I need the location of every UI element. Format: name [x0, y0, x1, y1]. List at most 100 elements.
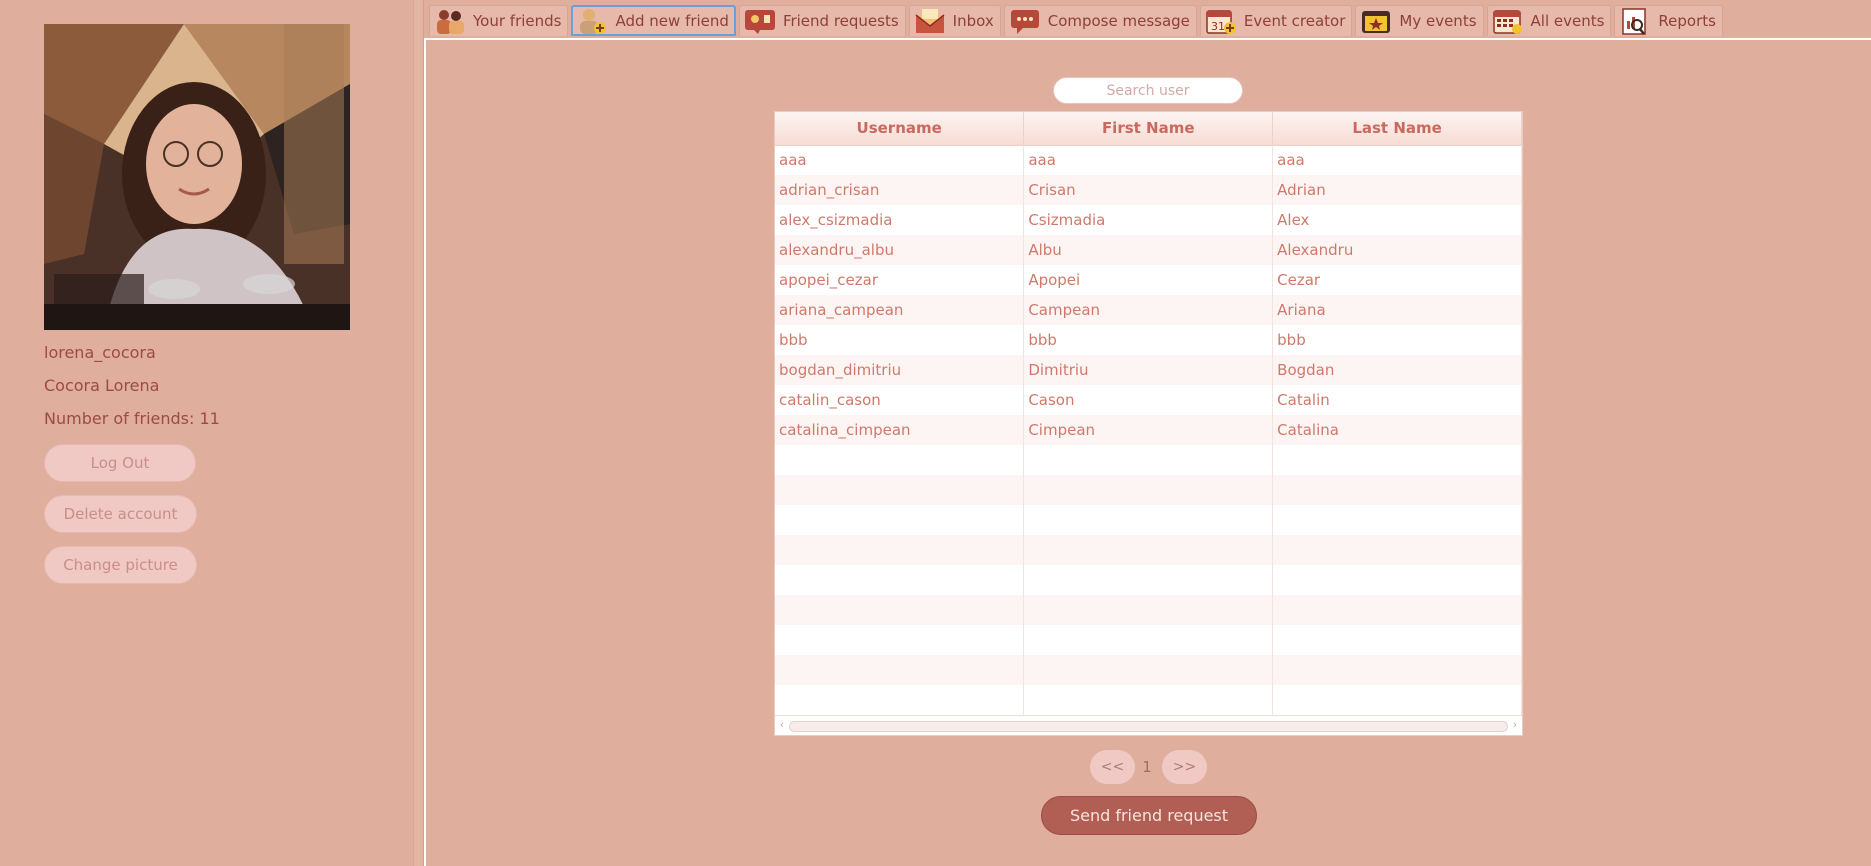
cell-last-name[interactable]: bbb [1272, 325, 1522, 355]
pane-splitter[interactable] [413, 0, 424, 866]
profile-full-name: Cocora Lorena [44, 376, 160, 395]
cell-username[interactable]: catalin_cason [775, 385, 1025, 415]
delete-account-button[interactable]: Delete account [44, 495, 197, 533]
cell-username[interactable]: alexandru_albu [775, 235, 1025, 265]
table-row[interactable]: bogdan_dimitriu Dimitriu Bogdan [775, 355, 1522, 385]
table-row[interactable]: bbb bbb bbb [775, 325, 1522, 355]
table-row[interactable]: adrian_crisan Crisan Adrian [775, 175, 1522, 205]
cell-username[interactable]: apopei_cezar [775, 265, 1025, 295]
friend-requests-icon [743, 7, 777, 35]
tab-inbox[interactable]: Inbox [908, 5, 1001, 36]
table-row[interactable]: aaa aaa aaa [775, 145, 1522, 175]
change-picture-button[interactable]: Change picture [44, 546, 197, 584]
cell-first-name [1023, 445, 1274, 475]
cell-username [775, 505, 1025, 535]
cell-username[interactable]: bogdan_dimitriu [775, 355, 1025, 385]
cell-last-name[interactable]: Catalina [1272, 415, 1522, 445]
cell-last-name [1272, 625, 1522, 655]
tab-all-events[interactable]: All events [1486, 5, 1612, 36]
cell-username[interactable]: alex_csizmadia [775, 205, 1025, 235]
profile-photo [44, 24, 350, 330]
logout-button[interactable]: Log Out [44, 444, 196, 482]
inbox-icon [913, 7, 947, 35]
previous-page-button[interactable]: << [1090, 750, 1135, 784]
cell-first-name [1023, 475, 1274, 505]
table-row[interactable]: catalin_cason Cason Catalin [775, 385, 1522, 415]
next-page-button[interactable]: >> [1162, 750, 1207, 784]
cell-first-name[interactable]: Csizmadia [1023, 205, 1274, 235]
scroll-thumb[interactable] [789, 721, 1508, 732]
cell-first-name [1023, 655, 1274, 685]
tab-label: Your friends [473, 12, 562, 30]
cell-last-name [1272, 475, 1522, 505]
tab-label: Reports [1658, 12, 1716, 30]
tab-your-friends[interactable]: Your friends [429, 5, 569, 36]
report-icon [1618, 7, 1652, 35]
cell-username[interactable]: adrian_crisan [775, 175, 1025, 205]
cell-last-name[interactable]: Cezar [1272, 265, 1522, 295]
cell-first-name [1023, 535, 1274, 565]
cell-username [775, 475, 1025, 505]
tab-compose-message[interactable]: Compose message [1003, 5, 1197, 36]
cell-last-name[interactable]: Adrian [1272, 175, 1522, 205]
add-friend-icon [575, 7, 609, 35]
table-header-row: Username First Name Last Name [775, 112, 1522, 146]
cell-first-name[interactable]: Campean [1023, 295, 1274, 325]
search-user-input[interactable] [1053, 77, 1243, 104]
cell-last-name[interactable]: Ariana [1272, 295, 1522, 325]
tab-friend-requests[interactable]: Friend requests [738, 5, 906, 36]
users-table: Username First Name Last Name aaa aaa aaa a… [774, 111, 1523, 736]
horizontal-scrollbar[interactable]: ‹ › [775, 715, 1522, 735]
cell-username [775, 625, 1025, 655]
cell-username[interactable]: catalina_cimpean [775, 415, 1025, 445]
column-header-username[interactable]: Username [775, 112, 1025, 146]
empty-table-row [775, 475, 1522, 505]
cell-last-name[interactable]: Catalin [1272, 385, 1522, 415]
cell-first-name[interactable]: Cimpean [1023, 415, 1274, 445]
cell-username [775, 445, 1025, 475]
cell-first-name[interactable]: Apopei [1023, 265, 1274, 295]
cell-username[interactable]: ariana_campean [775, 295, 1025, 325]
table-row[interactable]: ariana_campean Campean Ariana [775, 295, 1522, 325]
current-page-number: 1 [1142, 758, 1152, 776]
compose-icon [1008, 7, 1042, 35]
tab-label: My events [1399, 12, 1477, 30]
tab-label: Event creator [1243, 12, 1346, 30]
column-header-last-name[interactable]: Last Name [1272, 112, 1522, 146]
table-row[interactable]: catalina_cimpean Cimpean Catalina [775, 415, 1522, 445]
cell-username [775, 595, 1025, 625]
cell-last-name[interactable]: Alex [1272, 205, 1522, 235]
cell-username[interactable]: aaa [775, 145, 1025, 175]
empty-table-row [775, 505, 1522, 535]
cell-first-name [1023, 505, 1274, 535]
cell-first-name[interactable]: bbb [1023, 325, 1274, 355]
empty-table-row [775, 625, 1522, 655]
table-row[interactable]: alex_csizmadia Csizmadia Alex [775, 205, 1522, 235]
send-friend-request-button[interactable]: Send friend request [1041, 796, 1257, 835]
tab-event-creator[interactable]: 31 Event creator [1199, 5, 1353, 36]
cell-first-name[interactable]: Dimitriu [1023, 355, 1274, 385]
tab-add-new-friend[interactable]: Add new friend [571, 5, 736, 36]
tab-my-events[interactable]: My events [1355, 5, 1484, 36]
empty-table-row [775, 565, 1522, 595]
table-body: aaa aaa aaa adrian_crisan Crisan Adrian alex_c… [775, 145, 1522, 715]
calendar-grid-icon [1491, 7, 1525, 35]
column-header-first-name[interactable]: First Name [1023, 112, 1274, 146]
cell-first-name[interactable]: aaa [1023, 145, 1274, 175]
tab-label: Compose message [1047, 12, 1190, 30]
cell-first-name[interactable]: Albu [1023, 235, 1274, 265]
cell-last-name[interactable]: aaa [1272, 145, 1522, 175]
scroll-right-icon[interactable]: › [1509, 718, 1521, 732]
cell-username[interactable]: bbb [775, 325, 1025, 355]
tab-reports[interactable]: Reports [1614, 5, 1723, 36]
cell-last-name [1272, 535, 1522, 565]
empty-table-row [775, 595, 1522, 625]
cell-first-name[interactable]: Cason [1023, 385, 1274, 415]
table-row[interactable]: alexandru_albu Albu Alexandru [775, 235, 1522, 265]
cell-last-name[interactable]: Alexandru [1272, 235, 1522, 265]
scroll-left-icon[interactable]: ‹ [776, 718, 788, 732]
empty-table-row [775, 655, 1522, 685]
cell-first-name[interactable]: Crisan [1023, 175, 1274, 205]
cell-last-name[interactable]: Bogdan [1272, 355, 1522, 385]
table-row[interactable]: apopei_cezar Apopei Cezar [775, 265, 1522, 295]
